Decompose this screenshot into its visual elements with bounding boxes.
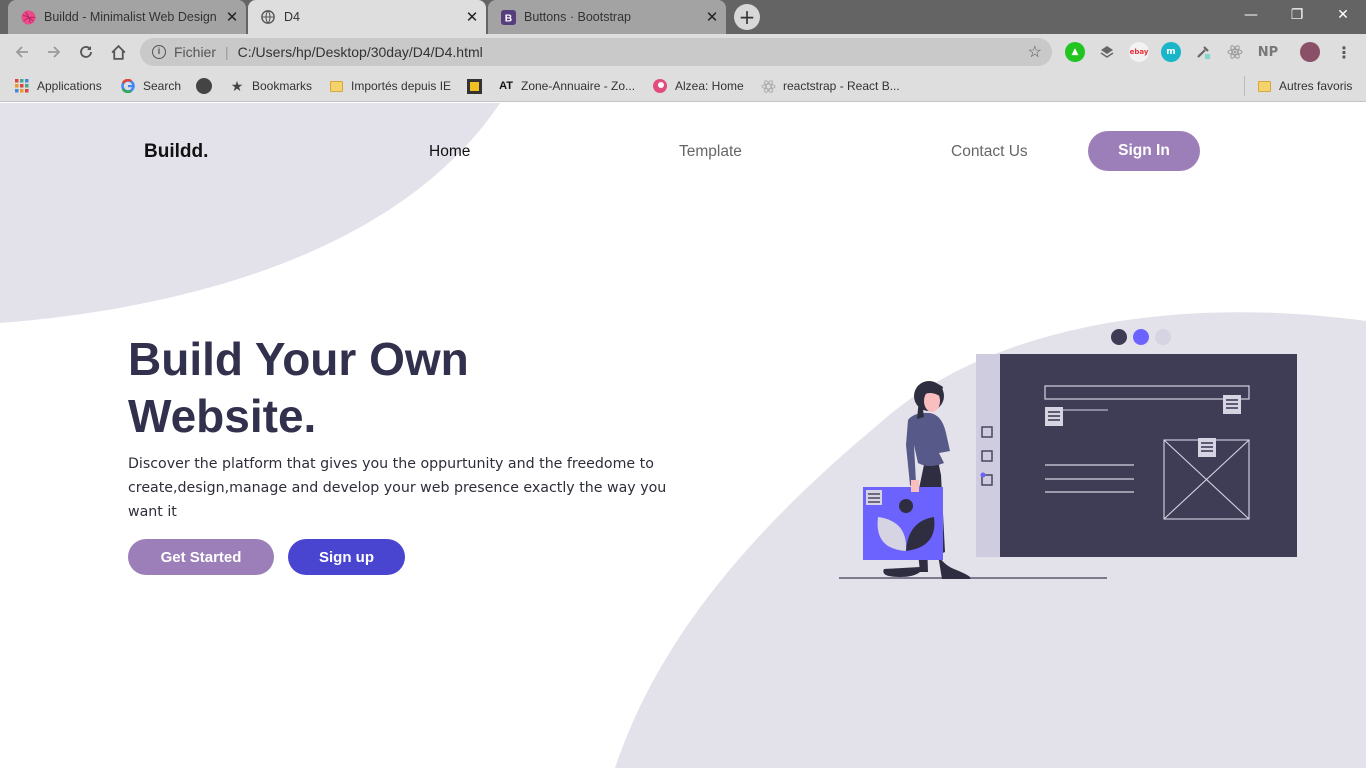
minimize-button[interactable]: —	[1228, 0, 1274, 30]
star-icon: ★	[230, 77, 244, 94]
bookmark-label: Zone-Annuaire - Zo...	[521, 79, 636, 93]
bookmark-label: Bookmarks	[252, 79, 313, 93]
bookmark-label: Alzea: Home	[675, 79, 744, 93]
restore-button[interactable]: ❐	[1274, 0, 1320, 30]
back-button[interactable]	[10, 40, 34, 64]
bootstrap-icon: B	[500, 9, 516, 25]
bookmark-alzea[interactable]: Alzea: Home	[652, 77, 744, 95]
extension-green-icon[interactable]: ▲	[1065, 42, 1085, 62]
google-icon	[120, 78, 136, 94]
webpage-viewport: Buildd. Home Template Contact Us Sign In…	[0, 103, 1366, 768]
bookmark-label: Applications	[37, 79, 102, 93]
hero-title: Build Your Own Website.	[128, 331, 688, 445]
bookmark-search[interactable]: Search	[120, 77, 181, 95]
get-started-button[interactable]: Get Started	[128, 539, 274, 575]
browser-tab-strip: Buildd - Minimalist Web Design b ✕ D4 ✕ …	[0, 0, 1366, 34]
close-tab-icon[interactable]: ✕	[458, 8, 486, 26]
bookmark-yellow[interactable]	[466, 77, 489, 95]
bookmark-label: Importés depuis IE	[351, 79, 452, 93]
apps-grid-icon	[14, 78, 30, 94]
hero-title-line2: Website.	[128, 390, 317, 442]
yellow-square-icon	[466, 78, 482, 94]
hero-description: Discover the platform that gives you the…	[128, 456, 667, 520]
bookmark-bookmarks[interactable]: ★ Bookmarks	[229, 77, 312, 95]
site-info-icon[interactable]: i	[152, 45, 166, 59]
bookmark-folder-ie[interactable]: Importés depuis IE	[328, 77, 451, 95]
back-arrow-icon	[15, 46, 28, 58]
sign-in-button[interactable]: Sign In	[1088, 131, 1200, 171]
hero-illustration	[839, 354, 1297, 579]
forward-arrow-icon	[48, 46, 61, 58]
react-icon	[760, 78, 776, 94]
home-button[interactable]	[106, 40, 130, 64]
close-window-button[interactable]: ✕	[1320, 0, 1366, 30]
bookmark-applications[interactable]: Applications	[14, 77, 102, 95]
tab-buildd[interactable]: Buildd - Minimalist Web Design b ✕	[8, 0, 246, 34]
menu-kebab-icon[interactable]: ⋮	[1334, 42, 1354, 62]
extension-react-icon[interactable]	[1225, 42, 1245, 62]
bookmark-star-icon[interactable]: ☆	[1028, 42, 1042, 62]
bookmark-other-favorites[interactable]: Autres favoris	[1256, 77, 1352, 95]
close-tab-icon[interactable]: ✕	[698, 8, 726, 26]
profile-avatar[interactable]	[1300, 42, 1320, 62]
address-bar[interactable]: i Fichier | C:/Users/hp/Desktop/30day/D4…	[140, 38, 1052, 66]
omnibox-separator: |	[225, 44, 229, 60]
tab-bootstrap[interactable]: B Buttons · Bootstrap ✕	[488, 0, 726, 34]
bookmark-dark-circle[interactable]	[196, 77, 219, 95]
extension-layers-icon[interactable]	[1097, 42, 1117, 62]
forward-button[interactable]	[42, 40, 66, 64]
alzea-icon	[652, 78, 668, 94]
url-text[interactable]: C:/Users/hp/Desktop/30day/D4/D4.html	[238, 44, 483, 60]
bookmark-label: Search	[143, 79, 182, 93]
tab-d4[interactable]: D4 ✕	[248, 0, 486, 34]
folder-icon	[328, 78, 344, 94]
bookmarks-divider	[1244, 76, 1245, 96]
close-tab-icon[interactable]: ✕	[218, 8, 246, 26]
extension-eyedropper-icon[interactable]	[1193, 42, 1213, 62]
reload-button[interactable]	[74, 40, 98, 64]
bookmark-reactstrap[interactable]: reactstrap - React B...	[760, 77, 900, 95]
svg-text:B: B	[504, 13, 511, 24]
extension-m-icon[interactable]: m	[1161, 42, 1181, 62]
bookmark-label: reactstrap - React B...	[783, 79, 900, 93]
scheme-label: Fichier	[174, 44, 217, 60]
bookmark-zone-annuaire[interactable]: AT Zone-Annuaire - Zo...	[498, 77, 635, 95]
browser-toolbar: i Fichier | C:/Users/hp/Desktop/30day/D4…	[0, 34, 1366, 70]
sign-up-button[interactable]: Sign up	[288, 539, 405, 575]
mockup-sidebar	[976, 354, 1000, 557]
tab-title: Buttons · Bootstrap	[524, 10, 632, 24]
nav-contact-link[interactable]: Contact Us	[951, 143, 1028, 161]
zone-annuaire-icon: AT	[499, 80, 513, 92]
dribbble-icon	[20, 9, 36, 25]
tab-title: Buildd - Minimalist Web Design b	[44, 10, 218, 24]
home-icon	[110, 44, 126, 60]
hero-title-line1: Build Your Own	[128, 333, 469, 385]
extension-np-icon[interactable]: NP	[1257, 42, 1279, 62]
nav-template-link[interactable]: Template	[679, 143, 742, 161]
new-tab-button[interactable]: +	[734, 4, 760, 30]
bookmarks-bar: Applications Search ★ Bookmarks Importés…	[0, 70, 1366, 102]
dark-circle-icon	[196, 78, 212, 94]
bookmark-label: Autres favoris	[1279, 79, 1353, 93]
globe-icon	[260, 9, 276, 25]
nav-home-link[interactable]: Home	[429, 143, 470, 161]
extension-ebay-icon[interactable]: ebay	[1129, 42, 1149, 62]
reload-icon	[80, 46, 92, 58]
site-logo[interactable]: Buildd.	[144, 141, 208, 163]
tab-title: D4	[284, 10, 300, 24]
folder-icon	[1256, 78, 1272, 94]
